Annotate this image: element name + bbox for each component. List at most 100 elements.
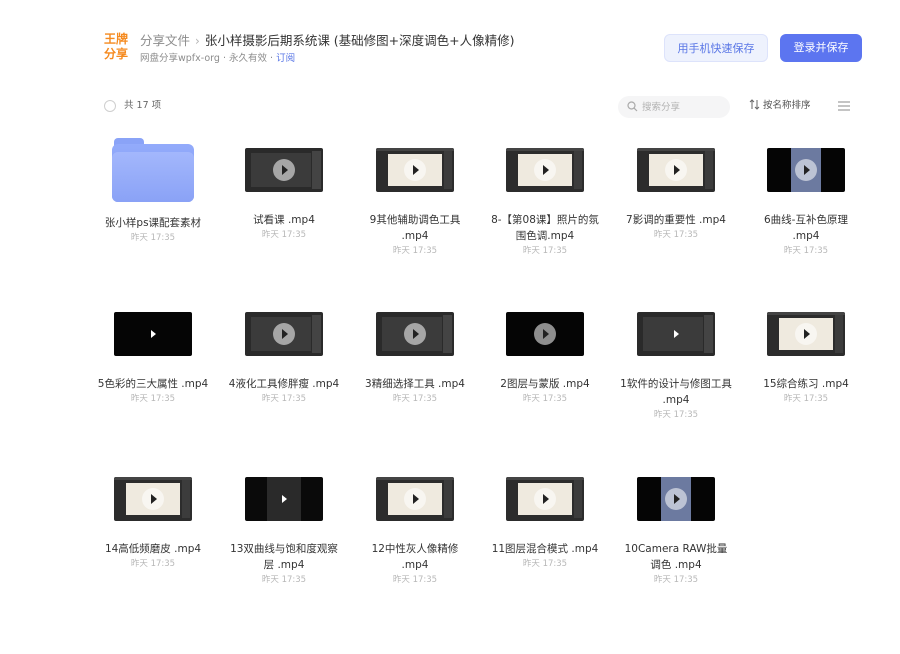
file-item-video[interactable]: 12中性灰人像精修 .mp4 昨天 17:35 xyxy=(355,477,475,587)
file-time: 昨天 17:35 xyxy=(392,575,438,585)
file-name: 12中性灰人像精修 .mp4 xyxy=(371,543,459,571)
file-item-video[interactable]: 7影调的重要性 .mp4 昨天 17:35 xyxy=(616,148,736,242)
file-time: 昨天 17:35 xyxy=(261,394,307,404)
logo-line-1: 王牌 xyxy=(103,32,128,46)
play-icon xyxy=(404,323,426,345)
wangpai-logo: 王牌 分享 xyxy=(103,32,129,64)
share-meta-text: 网盘分享wpfx-org · 永久有效 · xyxy=(140,53,277,64)
file-time: 昨天 17:35 xyxy=(522,394,568,404)
play-icon xyxy=(665,488,687,510)
item-count: 共 17 项 xyxy=(124,100,162,111)
file-item-video[interactable]: 15综合练习 .mp4 昨天 17:35 xyxy=(746,312,866,406)
file-time: 昨天 17:35 xyxy=(261,575,307,585)
sort-button[interactable]: 按名称排序 xyxy=(749,99,811,113)
breadcrumb-root[interactable]: 分享文件 xyxy=(140,33,190,48)
search-input[interactable] xyxy=(642,99,722,115)
file-name: 9其他辅助调色工具 .mp4 xyxy=(369,214,461,242)
video-thumbnail xyxy=(506,477,584,521)
file-name: 10Camera RAW批量调色 .mp4 xyxy=(624,543,728,571)
play-icon xyxy=(273,323,295,345)
file-name: 13双曲线与饱和度观察层 .mp4 xyxy=(230,543,338,571)
file-name: 1软件的设计与修图工具 .mp4 xyxy=(620,378,732,406)
breadcrumb: 分享文件 › 张小样摄影后期系统课 (基础修图+深度调色+人像精修) xyxy=(140,32,515,50)
video-thumbnail xyxy=(114,477,192,521)
video-thumbnail xyxy=(506,312,584,356)
video-thumbnail xyxy=(114,312,192,356)
file-item-video[interactable]: 8-【第08课】照片的氛围色调.mp4 昨天 17:35 xyxy=(485,148,605,258)
file-item-video[interactable]: 6曲线-互补色原理 .mp4 昨天 17:35 xyxy=(746,148,866,258)
file-item-video[interactable]: 1软件的设计与修图工具 .mp4 昨天 17:35 xyxy=(616,312,736,422)
login-save-button[interactable]: 登录并保存 xyxy=(780,34,862,62)
video-thumbnail xyxy=(637,148,715,192)
file-name: 5色彩的三大属性 .mp4 xyxy=(97,378,209,390)
video-thumbnail xyxy=(767,312,845,356)
file-time: 昨天 17:35 xyxy=(783,394,829,404)
play-icon xyxy=(404,488,426,510)
subscribe-link[interactable]: 订阅 xyxy=(276,53,295,64)
file-time: 昨天 17:35 xyxy=(261,230,307,240)
video-thumbnail xyxy=(245,148,323,192)
file-item-video[interactable]: 5色彩的三大属性 .mp4 昨天 17:35 xyxy=(93,312,213,406)
play-icon xyxy=(273,159,295,181)
play-icon xyxy=(534,159,556,181)
play-icon xyxy=(795,159,817,181)
file-time: 昨天 17:35 xyxy=(130,559,176,569)
file-item-video[interactable]: 11图层混合模式 .mp4 昨天 17:35 xyxy=(485,477,605,571)
play-icon xyxy=(146,327,160,341)
file-item-video[interactable]: 10Camera RAW批量调色 .mp4 昨天 17:35 xyxy=(616,477,736,587)
video-thumbnail xyxy=(245,477,323,521)
folder-icon xyxy=(112,138,194,202)
file-name: 8-【第08课】照片的氛围色调.mp4 xyxy=(491,214,599,242)
file-item-video[interactable]: 13双曲线与饱和度观察层 .mp4 昨天 17:35 xyxy=(224,477,344,587)
list-view-icon[interactable] xyxy=(838,101,850,111)
file-name: 11图层混合模式 .mp4 xyxy=(491,543,599,555)
file-name: 试看课 .mp4 xyxy=(253,214,315,226)
file-name: 6曲线-互补色原理 .mp4 xyxy=(764,214,848,242)
file-time: 昨天 17:35 xyxy=(783,246,829,256)
file-item-video[interactable]: 14高低频磨皮 .mp4 昨天 17:35 xyxy=(93,477,213,571)
play-icon xyxy=(142,488,164,510)
file-item-video[interactable]: 9其他辅助调色工具 .mp4 昨天 17:35 xyxy=(355,148,475,258)
file-name: 14高低频磨皮 .mp4 xyxy=(104,543,202,555)
video-thumbnail xyxy=(376,477,454,521)
logo-line-2: 分享 xyxy=(103,47,128,61)
page-title: 张小样摄影后期系统课 (基础修图+深度调色+人像精修) xyxy=(204,33,515,48)
search-box[interactable] xyxy=(618,96,730,118)
video-thumbnail xyxy=(637,312,715,356)
sort-label: 按名称排序 xyxy=(763,100,811,111)
play-icon xyxy=(534,323,556,345)
file-time: 昨天 17:35 xyxy=(130,394,176,404)
phone-save-button[interactable]: 用手机快速保存 xyxy=(664,34,768,62)
video-thumbnail xyxy=(376,312,454,356)
file-item-video[interactable]: 4液化工具修胖瘦 .mp4 昨天 17:35 xyxy=(224,312,344,406)
file-name: 2图层与蒙版 .mp4 xyxy=(500,378,590,390)
play-icon xyxy=(534,488,556,510)
file-time: 昨天 17:35 xyxy=(653,575,699,585)
share-meta: 网盘分享wpfx-org · 永久有效 · 订阅 xyxy=(140,52,295,66)
file-time: 昨天 17:35 xyxy=(522,559,568,569)
play-icon xyxy=(277,492,291,506)
file-time: 昨天 17:35 xyxy=(130,233,176,243)
file-name: 张小样ps课配套素材 xyxy=(104,217,202,229)
file-time: 昨天 17:35 xyxy=(392,246,438,256)
search-icon xyxy=(627,101,638,112)
video-thumbnail xyxy=(506,148,584,192)
file-name: 4液化工具修胖瘦 .mp4 xyxy=(228,378,340,390)
video-thumbnail xyxy=(767,148,845,192)
video-thumbnail xyxy=(245,312,323,356)
play-icon xyxy=(665,159,687,181)
video-thumbnail xyxy=(637,477,715,521)
chevron-right-icon: › xyxy=(195,34,200,48)
play-icon xyxy=(404,159,426,181)
sort-icon xyxy=(749,99,760,110)
file-time: 昨天 17:35 xyxy=(653,230,699,240)
file-name: 15综合练习 .mp4 xyxy=(763,378,849,390)
select-all-checkbox[interactable] xyxy=(104,100,116,112)
file-item-video[interactable]: 试看课 .mp4 昨天 17:35 xyxy=(224,148,344,242)
file-name: 7影调的重要性 .mp4 xyxy=(626,214,726,226)
file-item-video[interactable]: 3精细选择工具 .mp4 昨天 17:35 xyxy=(355,312,475,406)
file-time: 昨天 17:35 xyxy=(392,394,438,404)
file-item-folder[interactable]: 张小样ps课配套素材 昨天 17:35 xyxy=(93,138,213,245)
file-item-video[interactable]: 2图层与蒙版 .mp4 昨天 17:35 xyxy=(485,312,605,406)
file-time: 昨天 17:35 xyxy=(522,246,568,256)
